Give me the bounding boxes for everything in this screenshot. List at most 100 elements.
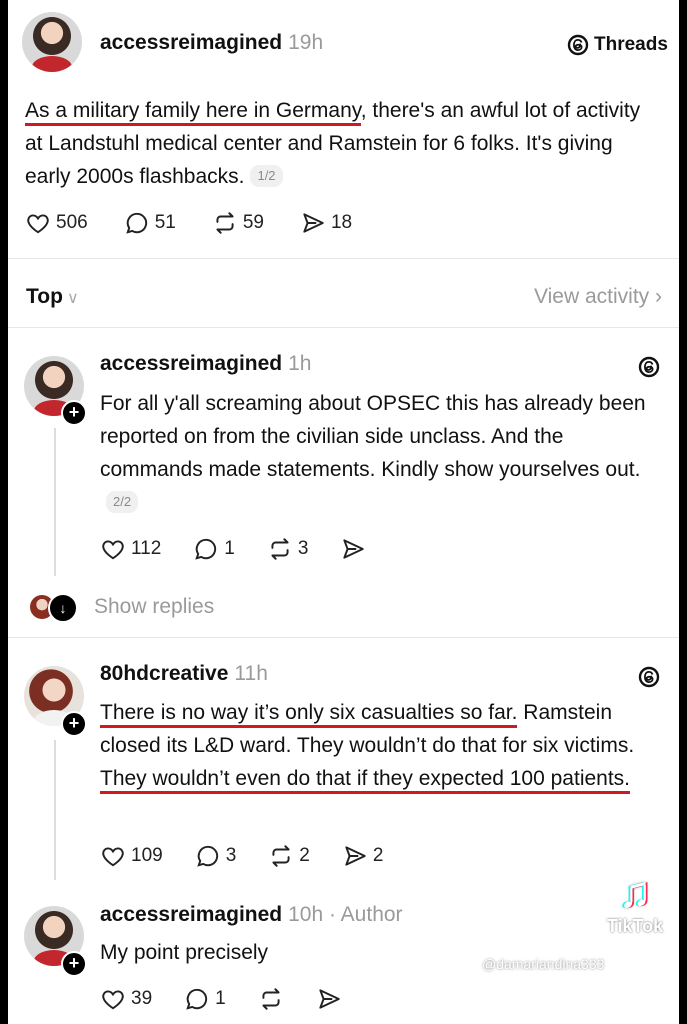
view-activity-link[interactable]: View activity › — [534, 285, 662, 309]
reply-body: There is no way it’s only six casualties… — [100, 696, 666, 795]
share-count: 18 — [330, 212, 353, 233]
arrow-down-icon: ↓ — [48, 593, 78, 623]
tiktok-logo-icon: ♫ — [618, 868, 652, 917]
repost-button[interactable]: 2 — [268, 843, 310, 869]
divider — [8, 637, 679, 638]
repost-count: 2 — [299, 845, 310, 866]
like-button[interactable]: 109 — [100, 843, 163, 869]
divider — [8, 327, 679, 328]
reply-time: 10h — [288, 903, 324, 926]
thread-line — [54, 740, 56, 880]
sort-dropdown[interactable]: Top ∨ — [26, 285, 79, 309]
username-link[interactable]: 80hdcreative — [100, 662, 228, 685]
share-button[interactable]: 18 — [300, 210, 352, 236]
comment-button[interactable]: 1 — [184, 986, 226, 1012]
chevron-down-icon: ∨ — [66, 290, 79, 307]
like-count: 506 — [56, 212, 88, 233]
reply-actions: 39 1 — [100, 986, 342, 1012]
repost-icon — [272, 845, 290, 867]
send-icon — [343, 539, 365, 559]
chevron-right-icon: › — [655, 285, 662, 308]
comment-button[interactable]: 1 — [193, 536, 235, 562]
underlined-text: As a military family here in Germany — [25, 99, 361, 126]
threads-panel: accessreimagined 19h Threads As a militar… — [8, 0, 679, 1024]
repost-icon — [262, 988, 280, 1010]
tiktok-watermark: ♫ TikTok — [590, 870, 680, 937]
like-count: 39 — [131, 988, 153, 1009]
like-button[interactable]: 112 — [100, 536, 161, 562]
sort-bar: Top ∨ View activity › — [26, 280, 662, 314]
avatar[interactable] — [22, 12, 82, 72]
tiktok-handle: @damariandina333 — [482, 956, 605, 972]
post-username[interactable]: accessreimagined 19h — [100, 31, 323, 55]
reply-actions: 112 1 3 — [100, 536, 366, 562]
share-button[interactable]: 2 — [342, 843, 384, 869]
post-actions: 506 51 59 18 — [25, 210, 352, 236]
threads-logo-icon — [567, 34, 589, 56]
threads-logo-icon[interactable] — [637, 355, 661, 379]
page-indicator: 2/2 — [106, 491, 139, 513]
underlined-text: There is no way it’s only six casualties… — [100, 701, 518, 728]
repost-count: 3 — [297, 538, 309, 559]
like-button[interactable]: 39 — [100, 986, 152, 1012]
reply-time: 1h — [288, 352, 312, 375]
comment-count: 3 — [225, 845, 237, 866]
reply-avatars: ↓ — [30, 593, 78, 623]
share-button[interactable] — [340, 536, 366, 562]
repost-button[interactable] — [258, 986, 284, 1012]
divider — [8, 258, 679, 259]
follow-plus-icon[interactable]: + — [61, 951, 87, 977]
reply-username[interactable]: accessreimagined 1h — [100, 352, 311, 376]
repost-icon — [216, 212, 234, 234]
reply-text: My point precisely — [100, 941, 269, 964]
repost-count: 59 — [242, 212, 264, 233]
view-activity-label: View activity — [534, 285, 650, 308]
threads-badge[interactable]: Threads — [566, 33, 668, 57]
comment-icon — [196, 845, 218, 867]
author-label: · Author — [329, 903, 403, 926]
threads-badge-label: Threads — [594, 34, 668, 55]
share-button[interactable] — [316, 986, 342, 1012]
like-count: 112 — [131, 538, 162, 559]
username-link[interactable]: accessreimagined — [100, 352, 282, 375]
show-replies-label: Show replies — [94, 595, 215, 618]
comment-count: 1 — [215, 988, 226, 1009]
heart-icon — [102, 990, 124, 1010]
reply-text: For all y'all screaming about OPSEC this… — [100, 392, 646, 481]
page-indicator: 1/2 — [250, 165, 283, 187]
reply-actions: 109 3 2 2 — [100, 843, 383, 869]
threads-logo-icon[interactable] — [637, 665, 661, 689]
comment-icon — [186, 988, 208, 1010]
reply-username[interactable]: accessreimagined 10h · Author — [100, 903, 403, 927]
reply-time: 11h — [234, 662, 268, 685]
underlined-text: They wouldn’t even do that if they expec… — [100, 767, 631, 794]
send-icon — [303, 213, 324, 233]
like-button[interactable]: 506 — [25, 210, 88, 236]
comment-button[interactable]: 51 — [124, 210, 176, 236]
comment-icon — [125, 212, 147, 234]
like-count: 109 — [131, 845, 163, 866]
repost-button[interactable]: 3 — [267, 536, 309, 562]
reply-username[interactable]: 80hdcreative 11h — [100, 662, 268, 686]
comment-button[interactable]: 3 — [195, 843, 237, 869]
thread-line — [54, 428, 56, 576]
comment-count: 1 — [224, 538, 235, 559]
share-count: 2 — [372, 845, 384, 866]
follow-plus-icon[interactable]: + — [61, 400, 87, 426]
comment-icon — [195, 538, 217, 560]
heart-icon — [27, 214, 49, 234]
heart-icon — [102, 847, 124, 867]
heart-icon — [102, 540, 124, 560]
repost-icon — [271, 538, 289, 560]
sort-label: Top — [26, 285, 63, 308]
post-body: As a military family here in Germany, th… — [25, 94, 645, 193]
show-replies-button[interactable]: ↓ Show replies — [30, 593, 215, 623]
tiktok-brand: TikTok — [606, 916, 664, 936]
comment-count: 51 — [154, 212, 176, 233]
post-time: 19h — [288, 31, 324, 54]
send-icon — [319, 989, 340, 1009]
username-link[interactable]: accessreimagined — [100, 31, 282, 54]
follow-plus-icon[interactable]: + — [61, 711, 87, 737]
repost-button[interactable]: 59 — [212, 210, 264, 236]
username-link[interactable]: accessreimagined — [100, 903, 282, 926]
